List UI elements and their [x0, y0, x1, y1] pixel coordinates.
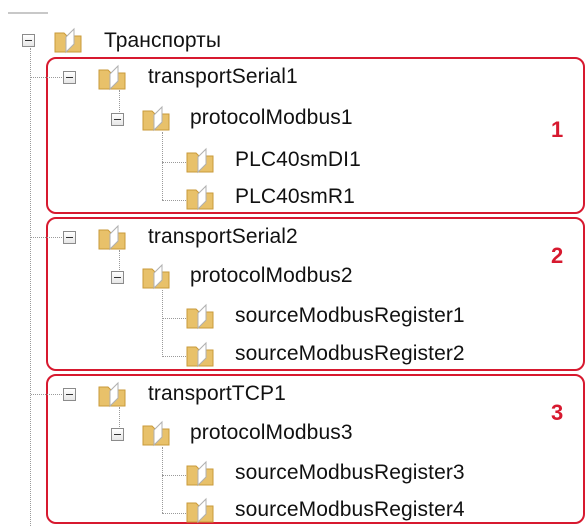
folder-icon: [186, 341, 214, 368]
transport-collapse-icon[interactable]: [63, 388, 76, 401]
folder-icon: [98, 64, 126, 91]
source-label[interactable]: PLC40smDI1: [235, 146, 361, 174]
source-label[interactable]: sourceModbusRegister4: [235, 496, 465, 524]
tree-connector: [162, 513, 186, 514]
tree-connector: [162, 318, 186, 319]
tree-top-divider: [8, 12, 48, 14]
transport-label[interactable]: transportSerial1: [148, 63, 298, 91]
source-label[interactable]: sourceModbusRegister1: [235, 302, 465, 330]
group-number-1: 1: [551, 117, 564, 142]
source-label[interactable]: sourceModbusRegister2: [235, 340, 465, 368]
protocol-label[interactable]: protocolModbus2: [190, 262, 353, 290]
folder-icon: [98, 224, 126, 251]
tree-connector: [162, 200, 186, 201]
folder-icon: [186, 184, 214, 211]
tree-connector: [162, 162, 186, 163]
tree-guide: [162, 290, 163, 357]
folder-icon: [186, 460, 214, 487]
tree-guide: [162, 447, 163, 513]
folder-icon: [54, 27, 82, 54]
tree-connector: [162, 475, 186, 476]
tree-guide-root: [30, 48, 31, 526]
transport-label[interactable]: transportTCP1: [148, 380, 286, 408]
tree-connector: [31, 394, 64, 395]
transport-collapse-icon[interactable]: [63, 71, 76, 84]
source-label[interactable]: sourceModbusRegister3: [235, 459, 465, 487]
tree-guide: [162, 132, 163, 200]
folder-icon: [186, 147, 214, 174]
transport-tree: Транспорты 1 transportSerial1 protocolMo…: [0, 0, 587, 526]
source-label[interactable]: PLC40smR1: [235, 183, 355, 211]
transport-label[interactable]: transportSerial2: [148, 223, 298, 251]
folder-icon: [142, 263, 170, 290]
tree-connector: [162, 356, 186, 357]
protocol-label[interactable]: protocolModbus1: [190, 104, 353, 132]
protocol-label[interactable]: protocolModbus3: [190, 419, 353, 447]
folder-icon: [98, 381, 126, 408]
folder-icon: [186, 303, 214, 330]
folder-icon: [142, 105, 170, 132]
root-label[interactable]: Транспорты: [104, 27, 221, 55]
protocol-collapse-icon[interactable]: [111, 113, 124, 126]
root-collapse-icon[interactable]: [22, 34, 35, 47]
group-number-3: 3: [551, 400, 564, 425]
tree-connector: [31, 237, 64, 238]
folder-icon: [186, 497, 214, 524]
protocol-collapse-icon[interactable]: [111, 428, 124, 441]
transport-collapse-icon[interactable]: [63, 231, 76, 244]
group-number-2: 2: [551, 243, 564, 268]
protocol-collapse-icon[interactable]: [111, 271, 124, 284]
folder-icon: [142, 420, 170, 447]
tree-connector: [31, 77, 64, 78]
